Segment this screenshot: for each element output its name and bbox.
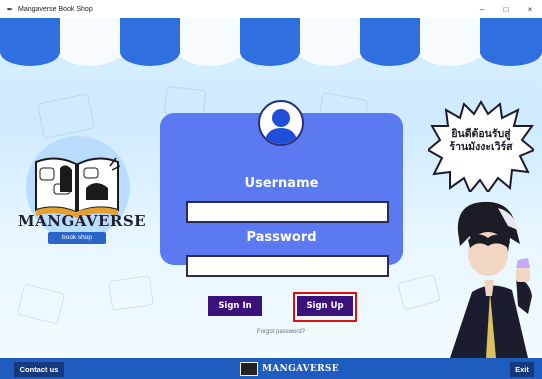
username-input[interactable] [186, 201, 389, 223]
maximize-button[interactable]: □ [494, 0, 518, 18]
welcome-line-1: ยินดีต้อนรับสู่ [451, 128, 511, 140]
background-doodle [16, 283, 66, 325]
footer-brand-text: MANGAVERSE [262, 364, 339, 374]
awning-illustration [0, 18, 542, 66]
footer-brand: MANGAVERSE [240, 362, 339, 376]
welcome-text: ยินดีต้อนรับสู่ ร้านมังงะเวิร์ส [432, 128, 530, 154]
sign-in-button[interactable]: Sign In [208, 296, 262, 316]
user-avatar-icon [258, 100, 304, 146]
forgot-password-link[interactable]: Forgot password? [240, 329, 322, 335]
username-label: Username [244, 176, 319, 191]
minimize-button[interactable]: – [470, 0, 494, 18]
background-doodle [36, 92, 96, 140]
footer-logo-icon [240, 362, 258, 376]
footer-bar: Contact us MANGAVERSE Exit [0, 358, 542, 379]
close-button[interactable]: × [518, 0, 542, 18]
background-doodle [108, 275, 154, 311]
exit-button[interactable]: Exit [510, 362, 534, 377]
window-controls: – □ × [470, 0, 542, 18]
logo-title: MANGAVERSE [18, 212, 147, 230]
manga-book-icon [35, 157, 121, 218]
anime-character-illustration [450, 201, 532, 358]
title-bar: ✒ Mangaverse Book Shop – □ × [0, 0, 542, 18]
contact-us-button[interactable]: Contact us [14, 362, 64, 377]
password-label: Password [246, 230, 317, 245]
app-feather-icon: ✒ [6, 4, 14, 14]
logo-subtitle: book shop [48, 232, 106, 244]
welcome-line-2: ร้านมังงะเวิร์ส [449, 141, 513, 153]
sign-up-button[interactable]: Sign Up [297, 296, 353, 316]
mangaverse-logo: MANGAVERSE book shop [18, 136, 147, 254]
password-input[interactable] [186, 255, 389, 277]
app-window: ✒ Mangaverse Book Shop – □ × MANGAVERSE … [0, 0, 542, 379]
window-title: Mangaverse Book Shop [18, 5, 93, 13]
